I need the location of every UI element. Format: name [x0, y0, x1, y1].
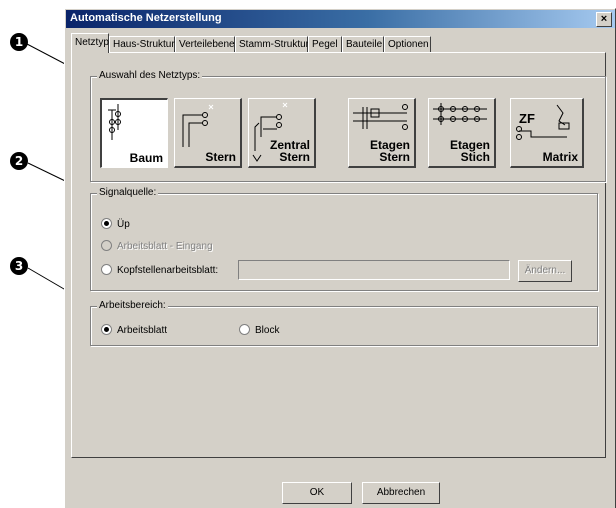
- work-area-worksheet-label: Arbeitsblatt: [117, 325, 168, 336]
- work-area-block-option[interactable]: Block: [239, 324, 279, 336]
- tab-bauteile[interactable]: Bauteile: [342, 36, 384, 52]
- ok-button[interactable]: OK: [282, 482, 352, 504]
- change-button: Ändern...: [518, 260, 572, 282]
- tab-optionen[interactable]: Optionen: [384, 36, 431, 52]
- work-area-block-label: Block: [255, 325, 280, 336]
- tab-haus-struktur[interactable]: Haus-Struktur: [109, 36, 175, 52]
- signal-source-worksheet-input-radio: [101, 240, 112, 251]
- signal-source-up-radio[interactable]: [101, 218, 112, 229]
- close-icon: ×: [600, 13, 608, 25]
- callout-marker-3: 3: [10, 257, 28, 275]
- tab-verteilebene[interactable]: Verteilebene: [175, 36, 235, 52]
- stern-label: Stern: [205, 150, 236, 164]
- network-type-group-label: Auswahl des Netztyps:: [97, 70, 203, 81]
- title-bar[interactable]: Automatische Netzerstellung ×: [66, 10, 615, 28]
- network-type-stern-button[interactable]: Stern: [174, 98, 242, 168]
- etagen-stern-label: Etagen Stern: [370, 139, 410, 163]
- etagen-stern-label-line2: Stern: [379, 150, 410, 164]
- signal-source-headend-option[interactable]: Kopfstellenarbeitsblatt:: [101, 264, 218, 276]
- signal-source-worksheet-input-label: Arbeitsblatt - Eingang: [117, 241, 213, 252]
- matrix-prefix: ZF: [519, 111, 535, 126]
- baum-label: Baum: [129, 151, 163, 165]
- work-area-worksheet-radio[interactable]: [101, 324, 112, 335]
- signal-source-up-option[interactable]: Üp: [101, 218, 130, 230]
- window-title: Automatische Netzerstellung: [70, 12, 222, 24]
- network-type-zentral-stern-button[interactable]: Zentral Stern: [248, 98, 316, 168]
- tab-netztyp[interactable]: Netztyp: [71, 33, 109, 53]
- cancel-button[interactable]: Abbrechen: [362, 482, 440, 504]
- signal-source-headend-radio[interactable]: [101, 264, 112, 275]
- zentral-stern-label: Zentral Stern: [270, 139, 310, 163]
- zentral-stern-label-line2: Stern: [279, 150, 310, 164]
- network-type-etagen-stern-button[interactable]: Etagen Stern: [348, 98, 416, 168]
- work-area-group-label: Arbeitsbereich:: [97, 300, 168, 311]
- network-type-etagen-stich-button[interactable]: Etagen Stich: [428, 98, 496, 168]
- tab-stamm-struktur[interactable]: Stamm-Struktur: [235, 36, 309, 52]
- headend-worksheet-field[interactable]: [238, 260, 510, 280]
- signal-source-headend-label: Kopfstellenarbeitsblatt:: [117, 265, 219, 276]
- etagen-stich-label-line2: Stich: [460, 150, 490, 164]
- work-area-worksheet-option[interactable]: Arbeitsblatt: [101, 324, 167, 336]
- callout-marker-1: 1: [10, 33, 28, 51]
- tab-pegel[interactable]: Pegel: [308, 36, 342, 52]
- matrix-label: Matrix: [542, 150, 578, 164]
- callout-marker-2: 2: [10, 152, 28, 170]
- etagen-stich-label: Etagen Stich: [450, 139, 490, 163]
- network-type-baum-button[interactable]: Baum: [100, 98, 168, 168]
- signal-source-group-label: Signalquelle:: [97, 187, 159, 198]
- signal-source-up-label: Üp: [117, 219, 130, 230]
- work-area-block-radio[interactable]: [239, 324, 250, 335]
- close-button[interactable]: ×: [596, 12, 612, 27]
- network-type-matrix-button[interactable]: ZF Matrix: [510, 98, 584, 168]
- signal-source-worksheet-input-option: Arbeitsblatt - Eingang: [101, 240, 213, 252]
